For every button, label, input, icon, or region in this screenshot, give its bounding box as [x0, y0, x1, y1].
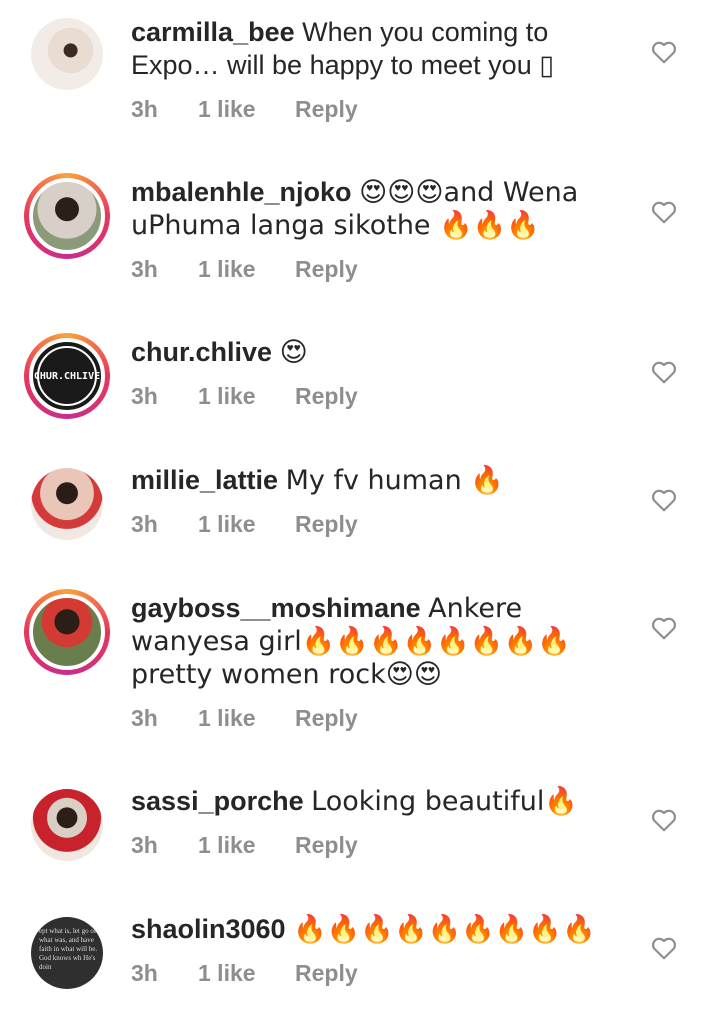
avatar[interactable] — [24, 589, 110, 675]
heart-outline-icon[interactable] — [651, 488, 677, 512]
likes-count[interactable]: 1 like — [198, 511, 295, 538]
timestamp: 3h — [131, 256, 158, 282]
username[interactable]: mbalenhle_njoko — [131, 177, 352, 207]
username[interactable]: gayboss__moshimane — [131, 593, 421, 623]
timestamp: 3h — [131, 960, 158, 986]
reply-button[interactable]: Reply — [295, 832, 358, 859]
reply-button[interactable]: Reply — [295, 256, 358, 283]
reply-button[interactable]: Reply — [295, 705, 358, 732]
avatar-logo-text: CHUR.CHLIVE — [34, 346, 100, 406]
comment-meta: 3h 1 like Reply — [131, 705, 358, 732]
avatar-image — [31, 18, 103, 90]
comment-text: carmilla_bee When you coming to Expo… wi… — [131, 16, 631, 82]
comment-meta: 3h 1 like Reply — [131, 256, 358, 283]
avatar-image: ept what is, let go of what was, and hav… — [31, 917, 103, 989]
comment-text: shaolin3060 🔥🔥🔥🔥🔥🔥🔥🔥🔥 — [131, 913, 631, 946]
likes-count[interactable]: 1 like — [198, 256, 295, 283]
reply-button[interactable]: Reply — [295, 511, 358, 538]
heart-outline-icon[interactable] — [651, 40, 677, 64]
username[interactable]: sassi_porche — [131, 786, 304, 816]
username[interactable]: carmilla_bee — [131, 17, 295, 47]
timestamp: 3h — [131, 705, 158, 731]
comment-meta: 3h 1 like Reply — [131, 511, 358, 538]
timestamp: 3h — [131, 96, 158, 122]
heart-outline-icon[interactable] — [651, 200, 677, 224]
reply-button[interactable]: Reply — [295, 960, 358, 987]
reply-button[interactable]: Reply — [295, 383, 358, 410]
missing-glyph: ▯ — [539, 50, 555, 80]
avatar-image: CHUR.CHLIVE — [29, 338, 105, 414]
avatar[interactable]: CHUR.CHLIVE — [24, 333, 110, 419]
avatar[interactable] — [24, 461, 110, 547]
comment-meta: 3h 1 like Reply — [131, 960, 358, 987]
username[interactable]: chur.chlive — [131, 337, 272, 367]
avatar[interactable] — [24, 11, 110, 97]
comment-meta: 3h 1 like Reply — [131, 383, 358, 410]
avatar-image — [31, 468, 103, 540]
avatar[interactable]: ept what is, let go of what was, and hav… — [24, 910, 110, 996]
comment-text: millie_lattie My fv human 🔥 — [131, 464, 631, 497]
timestamp: 3h — [131, 832, 158, 858]
likes-count[interactable]: 1 like — [198, 96, 295, 123]
avatar-image — [29, 594, 105, 670]
likes-count[interactable]: 1 like — [198, 705, 295, 732]
reply-button[interactable]: Reply — [295, 96, 358, 123]
comment-text: chur.chlive 😍 — [131, 336, 631, 369]
comment-meta: 3h 1 like Reply — [131, 96, 358, 123]
heart-outline-icon[interactable] — [651, 616, 677, 640]
avatar[interactable] — [24, 173, 110, 259]
heart-outline-icon[interactable] — [651, 360, 677, 384]
comment-body: Looking beautiful🔥 — [311, 786, 578, 817]
username[interactable]: shaolin3060 — [131, 914, 286, 944]
timestamp: 3h — [131, 383, 158, 409]
comment-text: gayboss__moshimane Ankere wanyesa girl🔥🔥… — [131, 592, 631, 691]
likes-count[interactable]: 1 like — [198, 832, 295, 859]
username[interactable]: millie_lattie — [131, 465, 278, 495]
heart-outline-icon[interactable] — [651, 808, 677, 832]
comment-text: sassi_porche Looking beautiful🔥 — [131, 785, 631, 818]
avatar[interactable] — [24, 782, 110, 868]
likes-count[interactable]: 1 like — [198, 383, 295, 410]
likes-count[interactable]: 1 like — [198, 960, 295, 987]
comment-text: mbalenhle_njoko 😍😍😍and Wena uPhuma langa… — [131, 176, 631, 242]
comment-meta: 3h 1 like Reply — [131, 832, 358, 859]
heart-outline-icon[interactable] — [651, 936, 677, 960]
comment-body: 😍 — [279, 337, 308, 368]
timestamp: 3h — [131, 511, 158, 537]
avatar-image — [29, 178, 105, 254]
avatar-image — [31, 789, 103, 861]
comment-body: My fv human 🔥 — [285, 465, 504, 496]
comment-body: 🔥🔥🔥🔥🔥🔥🔥🔥🔥 — [293, 914, 596, 945]
